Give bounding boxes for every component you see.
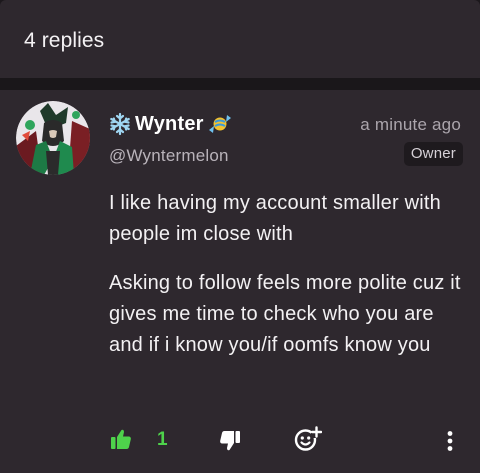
add-reaction-button[interactable] <box>294 426 322 452</box>
replies-header: 4 replies <box>0 0 480 78</box>
add-reaction-icon <box>294 426 322 451</box>
owner-badge: Owner <box>403 142 463 166</box>
more-vertical-icon <box>447 431 453 451</box>
comment-paragraph: Asking to follow feels more polite cuz i… <box>109 272 461 356</box>
avatar[interactable] <box>16 101 90 175</box>
author-handle[interactable]: @Wyntermelon <box>109 146 229 166</box>
candy-icon <box>208 115 231 133</box>
divider <box>0 78 480 90</box>
replies-count: 4 replies <box>24 29 105 52</box>
comment-card: Wynter @Wyntermelon a minute ago Owner I… <box>0 90 480 473</box>
dislike-button[interactable] <box>219 430 241 452</box>
like-count: 1 <box>157 429 168 450</box>
author-display-name: Wynter <box>135 112 204 135</box>
like-button[interactable] <box>110 428 132 450</box>
author-name-row[interactable]: Wynter <box>108 110 233 138</box>
avatar-image <box>16 101 90 175</box>
thumbs-up-icon <box>111 429 131 449</box>
more-options-button[interactable] <box>443 430 457 452</box>
comment-timestamp: a minute ago <box>360 115 461 134</box>
comment-paragraph: I like having my account smaller with pe… <box>109 192 441 245</box>
snowflake-icon <box>110 112 130 136</box>
thumbs-down-icon <box>220 431 240 451</box>
